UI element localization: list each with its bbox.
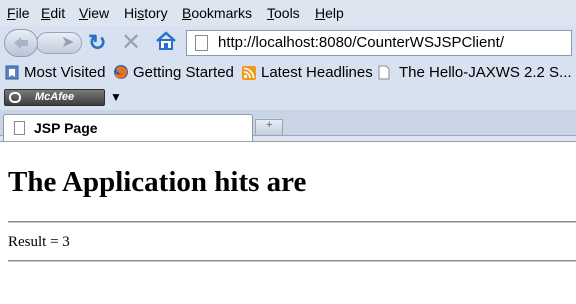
menu-help[interactable]: Help: [315, 5, 344, 21]
mcafee-toolbar: McAfee ▼: [0, 86, 576, 110]
menu-tools-accesskey: T: [267, 5, 274, 21]
menu-edit-accesskey: E: [41, 5, 51, 21]
forward-button[interactable]: ➤: [36, 32, 82, 54]
menu-edit[interactable]: Edit: [41, 5, 65, 21]
back-button[interactable]: [4, 29, 38, 57]
forward-arrow-icon: ➤: [61, 34, 75, 51]
bookmark-most-visited[interactable]: Most Visited: [24, 64, 105, 81]
menu-file[interactable]: File: [7, 5, 30, 21]
bookmark-getting-started[interactable]: Getting Started: [133, 64, 234, 81]
rss-feed-icon: [242, 66, 256, 80]
menu-bookmarks[interactable]: Bookmarks: [182, 5, 252, 21]
tab-title: JSP Page: [34, 120, 98, 136]
horizontal-rule: [8, 221, 576, 223]
menu-help-accesskey: H: [315, 5, 326, 21]
firefox-icon: [114, 65, 128, 79]
menu-view-accesskey: V: [79, 5, 89, 21]
new-tab-button[interactable]: +: [255, 119, 283, 136]
bookmarks-toolbar: Most Visited Getting Started Latest Head…: [0, 60, 576, 86]
menu-view[interactable]: View: [79, 5, 109, 21]
plus-icon: +: [266, 119, 273, 131]
navigation-bar: ➤ ↻ ✕ http://localhost:8080/CounterWSJSP…: [0, 26, 576, 60]
mcafee-label: McAfee: [35, 91, 75, 103]
address-bar[interactable]: http://localhost:8080/CounterWSJSPClient…: [186, 30, 572, 56]
menu-edit-label: dit: [50, 5, 66, 21]
horizontal-rule: [8, 260, 576, 262]
browser-chrome: File Edit View History Bookmarks Tools H…: [0, 0, 576, 142]
menu-view-label: iew: [88, 5, 110, 21]
menu-file-label: ile: [15, 5, 30, 21]
stop-icon[interactable]: ✕: [121, 28, 141, 57]
mcafee-dropdown-arrow-icon[interactable]: ▼: [110, 90, 122, 104]
mcafee-shield-icon: [9, 92, 21, 103]
tab-jsp-page[interactable]: JSP Page: [3, 114, 253, 141]
page-content: The Application hits are Result = 3: [0, 141, 576, 304]
page-icon: [14, 121, 25, 135]
bookmark-latest-headlines[interactable]: Latest Headlines: [261, 64, 373, 81]
url-text[interactable]: http://localhost:8080/CounterWSJSPClient…: [218, 34, 504, 51]
menu-history-label-a: Hi: [124, 5, 138, 21]
page-icon: [378, 65, 390, 80]
menu-file-accesskey: F: [7, 5, 16, 21]
result-text: Result = 3: [8, 234, 70, 250]
mcafee-button[interactable]: McAfee: [4, 89, 105, 106]
menu-help-label: elp: [325, 5, 344, 21]
menu-tools-label: ools: [274, 5, 300, 21]
reload-icon[interactable]: ↻: [88, 30, 106, 56]
tab-bar: JSP Page +: [0, 110, 576, 142]
bookmark-hello-jaxws[interactable]: The Hello-JAXWS 2.2 S...: [399, 64, 572, 81]
menu-bookmarks-accesskey: B: [182, 5, 192, 21]
back-arrow-icon: [14, 37, 28, 49]
menu-tools[interactable]: Tools: [267, 5, 300, 21]
page-heading: The Application hits are: [8, 166, 307, 198]
home-icon[interactable]: [155, 30, 177, 52]
most-visited-icon: [5, 65, 19, 80]
menu-history-label-b: tory: [144, 5, 168, 21]
menu-bar: File Edit View History Bookmarks Tools H…: [0, 0, 576, 26]
menu-bookmarks-label: ookmarks: [191, 5, 253, 21]
page-icon: [195, 35, 208, 51]
menu-history[interactable]: History: [124, 5, 168, 21]
